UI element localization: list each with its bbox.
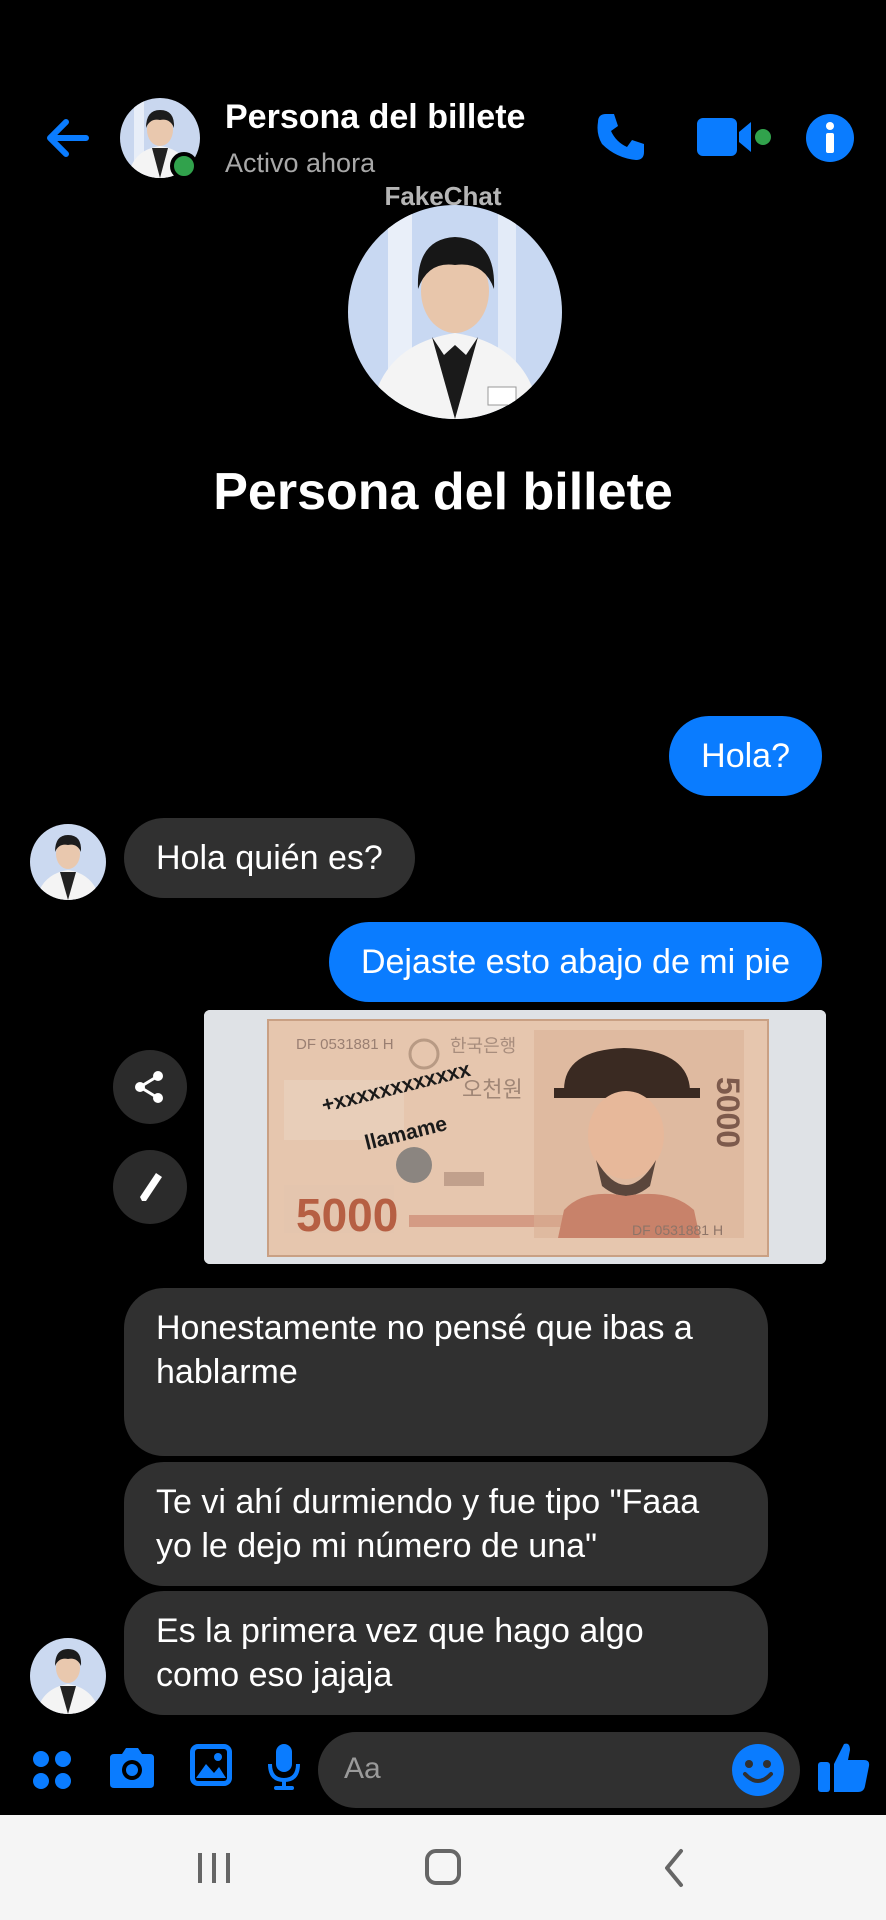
message-bubble-incoming[interactable]: Te vi ahí durmiendo y fue tipo "Faaa yo … (124, 1462, 768, 1586)
message-bubble-incoming[interactable]: Es la primera vez que hago algo como eso… (124, 1591, 768, 1715)
microphone-icon[interactable] (266, 1742, 302, 1797)
banknote-korean-text: 한국은행 (450, 1036, 517, 1056)
contact-name[interactable]: Persona del billete (225, 98, 525, 137)
profile-avatar[interactable] (348, 205, 562, 419)
contact-status: Activo ahora (225, 148, 376, 178)
share-icon[interactable] (113, 1050, 187, 1124)
message-bubble-outgoing[interactable]: Dejaste esto abajo de mi pie (328, 922, 822, 1002)
back-icon[interactable] (645, 1845, 705, 1891)
recent-apps-icon[interactable] (184, 1845, 244, 1891)
profile-name: Persona del billete (213, 463, 673, 521)
banknote-serial-bottom: DF 0531881 H (632, 1222, 724, 1238)
avatar[interactable] (30, 1638, 106, 1714)
arrow-left-icon[interactable] (40, 110, 96, 166)
info-icon[interactable] (800, 108, 860, 168)
message-bubble-outgoing[interactable]: Hola? (669, 716, 822, 796)
message-bubble-incoming[interactable]: Honestamente no pensé que ibas a hablarm… (124, 1288, 768, 1456)
banknote-denomination-vertical: 5000 (710, 1076, 747, 1149)
emoji-icon[interactable] (728, 1740, 788, 1800)
banknote-serial: DF 0531881 H (296, 1036, 394, 1053)
avatar[interactable] (30, 824, 106, 900)
apps-grid-icon[interactable] (30, 1748, 74, 1797)
phone-icon[interactable] (590, 108, 650, 168)
message-input-placeholder: Aa (344, 1752, 381, 1785)
camera-icon[interactable] (106, 1744, 158, 1797)
banknote-denomination: 5000 (296, 1189, 399, 1241)
message-bubble-incoming[interactable]: Hola quién es? (124, 818, 415, 898)
system-navigation-bar (0, 1815, 886, 1920)
message-composer: Aa (0, 1730, 886, 1810)
chat-header: Persona del billete Activo ahora (0, 90, 886, 190)
gallery-icon[interactable] (188, 1742, 234, 1793)
home-icon[interactable] (413, 1845, 473, 1891)
image-attachment[interactable]: DF 0531881 H 한국은행 오천원 +xxxxxxxxxxxx llam… (204, 1010, 826, 1264)
thumbs-up-icon[interactable] (816, 1738, 872, 1799)
video-camera-icon[interactable] (695, 108, 775, 168)
online-status-dot (170, 152, 198, 180)
message-input[interactable]: Aa (318, 1732, 800, 1808)
pencil-icon[interactable] (113, 1150, 187, 1224)
